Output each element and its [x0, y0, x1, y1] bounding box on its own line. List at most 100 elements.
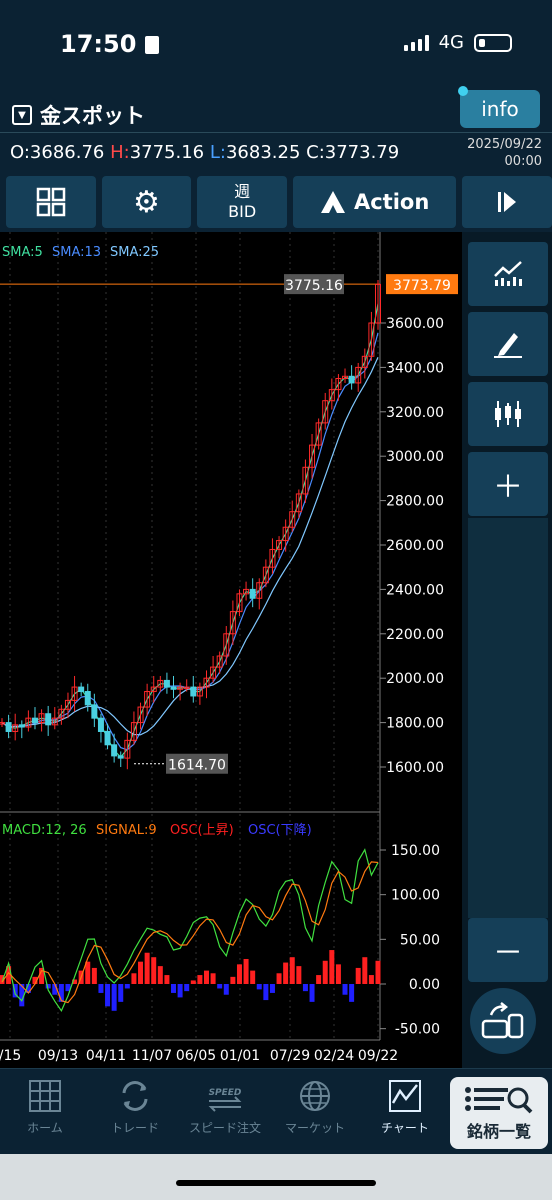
low-label: L:	[209, 142, 226, 163]
osc-bar	[302, 984, 308, 992]
osc-bar	[91, 967, 97, 984]
candles	[0, 279, 381, 770]
price-axis-label: 1600.00	[386, 760, 444, 776]
id-card-icon	[144, 36, 159, 54]
open-label: O:	[10, 142, 30, 163]
macd-axis-label: -50.00	[395, 1022, 440, 1038]
svg-text:SPEED: SPEED	[209, 1088, 242, 1098]
macd-line	[1, 848, 379, 1013]
period-label: 週	[234, 182, 251, 201]
action-button[interactable]: Action	[292, 176, 457, 228]
layout-button[interactable]	[6, 176, 96, 228]
candle-body	[249, 588, 256, 599]
time-axis-label: 07/29	[270, 1048, 310, 1064]
osc-bar	[157, 966, 163, 984]
price-axis-label: 3600.00	[386, 316, 444, 332]
high-marker-label: 3775.16	[285, 278, 343, 294]
settings-button[interactable]: ⚙	[101, 176, 192, 228]
bar-date: 2025/09/22	[467, 137, 542, 152]
tab-chart[interactable]: チャート	[362, 1079, 448, 1136]
osc-bar	[236, 964, 242, 984]
candle-body	[18, 724, 25, 728]
trade-cycle-icon	[122, 1081, 148, 1111]
price-axis-label: 2400.00	[386, 582, 444, 598]
period-button[interactable]: 週 BID	[197, 176, 287, 228]
chart-area[interactable]: 3600.00 3400.00 3200.00 3000.00 2800.00 2600.…	[0, 232, 462, 1068]
osc-bar	[105, 984, 111, 1007]
signal-icon	[403, 34, 429, 51]
tab-market[interactable]: マーケット	[272, 1079, 358, 1136]
osc-bar	[98, 984, 104, 993]
candle-body	[170, 686, 177, 690]
tab-trade-label: トレード	[110, 1121, 159, 1135]
osc-bar	[296, 966, 302, 984]
dropdown-icon: ▼	[12, 105, 32, 125]
candle-body	[91, 704, 98, 719]
candle-body	[163, 679, 170, 688]
low-value: 3683.25	[225, 142, 301, 163]
osc-bar	[250, 970, 256, 984]
macd-line	[1, 861, 379, 1004]
grid-icon	[36, 187, 66, 217]
grid	[0, 232, 386, 1040]
price-chart[interactable]: 3600.00 3400.00 3200.00 3000.00 2800.00 2600.…	[0, 232, 462, 1068]
osc-bar	[151, 957, 157, 984]
tab-home[interactable]: ホーム	[2, 1079, 88, 1136]
osc-bar	[276, 973, 282, 984]
legend-osc-up: OSC(上昇)	[170, 823, 234, 838]
play-button[interactable]	[462, 176, 552, 228]
candle-body	[104, 730, 111, 746]
bottom-strip	[0, 1154, 552, 1200]
low-marker-label: 1614.70	[168, 758, 226, 774]
network-label: 4G	[438, 32, 464, 53]
chart-tab-icon	[389, 1080, 421, 1112]
osc-bar	[375, 960, 381, 984]
osc-bar	[217, 984, 223, 989]
status-bar: 17:50 4G	[0, 0, 552, 90]
draw-button[interactable]	[468, 312, 548, 376]
divider	[0, 132, 552, 133]
price-type-label: BID	[228, 202, 257, 221]
osc-bar	[190, 980, 196, 984]
price-axis-label: 2600.00	[386, 538, 444, 554]
macd-axis-label: 100.00	[391, 888, 440, 904]
info-button[interactable]: info	[458, 86, 540, 128]
candle-body	[78, 686, 85, 693]
rotate-button[interactable]	[470, 988, 536, 1054]
list-search-icon	[465, 1087, 533, 1114]
plus-icon: ＋	[493, 470, 523, 505]
osc-bar	[368, 975, 374, 984]
home-grid-icon	[29, 1080, 61, 1112]
legend-macd: MACD:12, 26	[2, 823, 87, 838]
tab-symbol-list-label: 銘柄一覧	[466, 1122, 531, 1141]
candle-body	[117, 755, 124, 759]
chart-header: ▼ 金スポット info O:3686.76 H:3775.16 L:3683.…	[0, 86, 552, 170]
candle-body	[111, 744, 118, 757]
tab-speed-order[interactable]: SPEED スピード注文	[182, 1079, 268, 1136]
osc-bar	[269, 984, 275, 993]
indicator-button[interactable]	[468, 242, 548, 306]
bar-time: 00:00	[504, 154, 542, 169]
candle-body	[348, 375, 355, 384]
osc-bar	[342, 984, 348, 995]
zoom-track[interactable]	[468, 518, 548, 918]
tab-market-label: マーケット	[284, 1121, 345, 1135]
chart-type-button[interactable]	[468, 382, 548, 446]
candle-body	[97, 717, 104, 732]
zoom-in-button[interactable]: ＋	[468, 452, 548, 516]
symbol-selector[interactable]: ▼ 金スポット	[12, 100, 145, 130]
time-axis-label: 11/07	[132, 1048, 172, 1064]
tab-symbol-list[interactable]: 銘柄一覧	[450, 1077, 548, 1149]
osc-bar	[309, 984, 315, 1002]
osc-bar	[329, 950, 335, 984]
rotate-screen-icon	[481, 1002, 524, 1039]
osc-bar	[335, 964, 341, 984]
osc-bar	[283, 962, 289, 984]
time-axis-label: /15	[0, 1048, 21, 1064]
osc-bar	[230, 976, 236, 984]
osc-bar	[124, 984, 130, 989]
osc-bar	[256, 984, 262, 990]
tab-trade[interactable]: トレード	[92, 1079, 178, 1136]
notification-dot	[458, 86, 468, 96]
zoom-out-button[interactable]: －	[468, 918, 548, 982]
